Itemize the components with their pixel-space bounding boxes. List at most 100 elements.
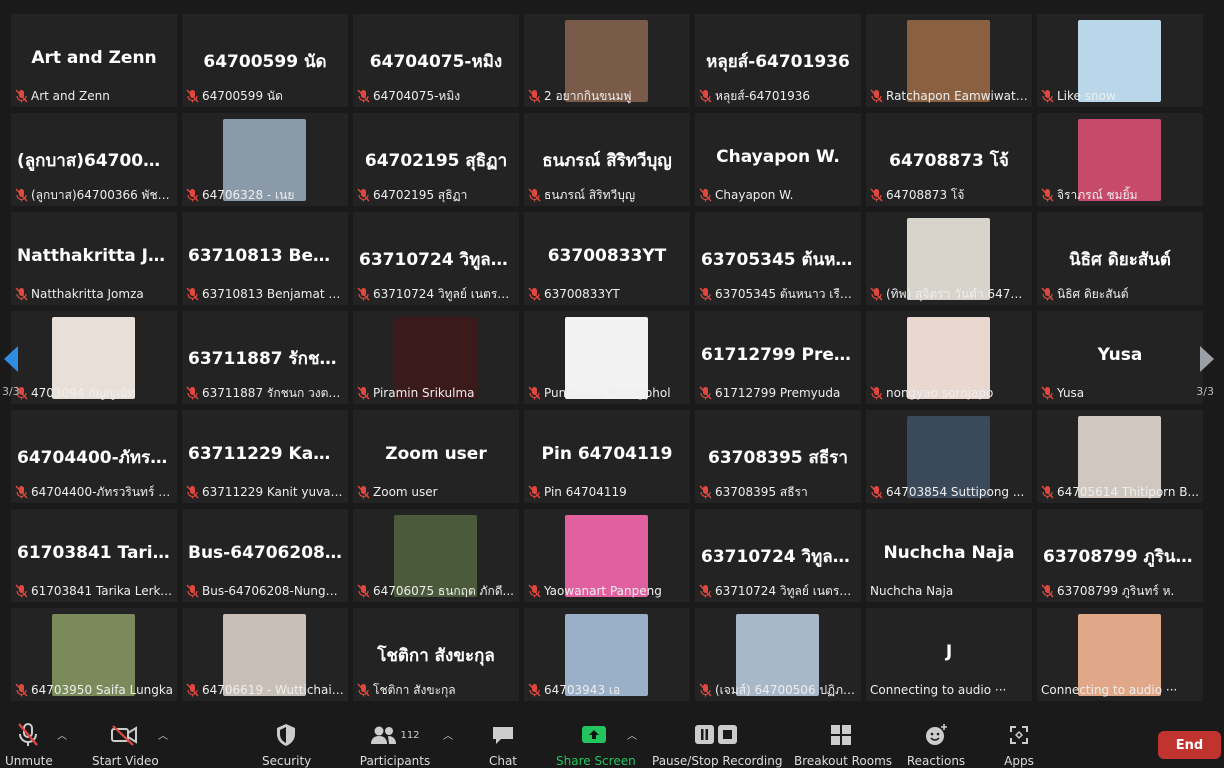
start-video-label: Start Video	[92, 754, 159, 768]
participant-tile[interactable]: 63708395 สธีรา 63708395 สธีรา	[695, 410, 861, 503]
share-options-caret-icon[interactable]: ︿	[627, 727, 637, 742]
start-video-button[interactable]: Start Video	[92, 721, 159, 768]
participant-display-name: ธนภรณ์ สิริทวีบุญ	[542, 151, 672, 171]
participant-tile[interactable]: 64704075-หมิง 64704075-หมิง	[353, 14, 519, 107]
participant-tile[interactable]: 64703854 Suttipong ...	[866, 410, 1032, 503]
participant-display-name: 63708799 ภูรินท...	[1043, 547, 1203, 567]
participant-display-name: หลุยส์-64701936	[706, 52, 850, 72]
participants-button[interactable]: 112 Participants	[358, 721, 432, 768]
video-off-icon	[92, 721, 156, 749]
participant-tile[interactable]: 64702195 สุธิฏา 64702195 สุธิฏา	[353, 113, 519, 206]
participant-name: 64706075 ธนกฤต ภักดี...	[373, 583, 514, 598]
participant-tile[interactable]: Piramin Srikulma	[353, 311, 519, 404]
participant-tile[interactable]: Bus-64706208-... Bus-64706208-Nungn...	[182, 509, 348, 602]
participant-tile[interactable]: จิราภรณ์ ชมยิ้ม	[1037, 113, 1203, 206]
participant-tile[interactable]: 4703094 กัญญณัท	[11, 311, 177, 404]
participant-tile[interactable]: Punchanit Phangphol	[524, 311, 690, 404]
prev-page-arrow-icon[interactable]	[2, 344, 20, 378]
participant-tile[interactable]: Zoom user Zoom user	[353, 410, 519, 503]
participant-tile[interactable]: Yaowanart Panpeng	[524, 509, 690, 602]
participant-name-label: 63700833YT	[528, 286, 686, 302]
participant-name: 63710724 วิทูลย์ เนตรโส...	[373, 286, 515, 301]
participant-tile[interactable]: 63710813 Benja... 63710813 Benjamat P...	[182, 212, 348, 305]
participant-tile[interactable]: 63710724 วิทูลย์... 63710724 วิทูลย์ เนตร…	[695, 509, 861, 602]
participant-tile[interactable]: ธนภรณ์ สิริทวีบุญ ธนภรณ์ สิริทวีบุญ	[524, 113, 690, 206]
participant-tile[interactable]: Yusa Yusa	[1037, 311, 1203, 404]
participant-tile[interactable]: Nuchcha Naja Nuchcha Naja	[866, 509, 1032, 602]
participant-display-name: 63711229 Kanit...	[188, 444, 348, 464]
participant-tile[interactable]: 64706075 ธนกฤต ภักดี...	[353, 509, 519, 602]
participant-tile[interactable]: นิธิศ ดิยะสันต์ นิธิศ ดิยะสันต์	[1037, 212, 1203, 305]
reactions-button[interactable]: Reactions	[906, 721, 966, 768]
participant-tile[interactable]: nongyao sornjapo	[866, 311, 1032, 404]
participant-tile[interactable]: 63700833YT 63700833YT	[524, 212, 690, 305]
audio-options-caret-icon[interactable]: ︿	[57, 727, 67, 742]
participant-tile[interactable]: Natthakritta Jo... Natthakritta Jomza	[11, 212, 177, 305]
apps-button[interactable]: Apps	[1000, 721, 1038, 768]
participant-tile[interactable]: 63705345 ต้นหน... 63705345 ต้นหนาว เรือง.…	[695, 212, 861, 305]
participant-tile[interactable]: Art and Zenn Art and Zenn	[11, 14, 177, 107]
participant-tile[interactable]: Chayapon W. Chayapon W.	[695, 113, 861, 206]
participant-tile[interactable]: 64704400-ภัทรว... 64704400-ภัทรวรินทร์ ต.…	[11, 410, 177, 503]
participant-name-label: Like snow	[1041, 88, 1199, 104]
participant-name-label: 64706619 - Wuttichai K.	[186, 682, 344, 698]
unmute-label: Unmute	[5, 754, 53, 768]
pause-stop-icon	[652, 721, 780, 749]
participant-tile[interactable]: 61712799 Prem... 61712799 Premyuda	[695, 311, 861, 404]
next-page-arrow-icon[interactable]	[1198, 344, 1216, 378]
page-indicator-left: 3/3	[2, 385, 20, 398]
participant-name: 61712799 Premyuda	[715, 386, 841, 400]
participant-tile[interactable]: 63711229 Kanit... 63711229 Kanit yuvak...	[182, 410, 348, 503]
end-meeting-button[interactable]: End	[1158, 731, 1221, 759]
participant-tile[interactable]: 64700599 นัด 64700599 นัด	[182, 14, 348, 107]
mic-muted-icon	[186, 683, 199, 697]
participant-tile[interactable]: Connecting to audio ···	[1037, 608, 1203, 701]
mic-muted-icon	[528, 485, 541, 499]
mic-muted-icon	[528, 287, 541, 301]
security-button[interactable]: Security	[262, 721, 311, 768]
participant-tile[interactable]: Ratchapon Eamwiwat_...	[866, 14, 1032, 107]
participant-tile[interactable]: 64706328 - เนย	[182, 113, 348, 206]
participant-tile[interactable]: 63711887 รักชน... 63711887 รักชนก วงตา...	[182, 311, 348, 404]
mic-muted-icon	[15, 89, 28, 103]
unmute-button[interactable]: Unmute	[5, 721, 53, 768]
participant-tile[interactable]: 63710724 วิทูลย์... 63710724 วิทูลย์ เนตร…	[353, 212, 519, 305]
participants-caret-icon[interactable]: ︿	[443, 727, 453, 742]
share-screen-button[interactable]: Share Screen	[556, 721, 636, 768]
participant-tile[interactable]: 61703841 Tarik... 61703841 Tarika Lerku..…	[11, 509, 177, 602]
participant-tile[interactable]: (ทิพ) สุจิตรา วันดำ 6470...	[866, 212, 1032, 305]
video-options-caret-icon[interactable]: ︿	[158, 727, 168, 742]
pause-stop-recording-button[interactable]: Pause/Stop Recording	[652, 721, 782, 768]
participant-tile[interactable]: โชติกา สังขะกุล โชติกา สังขะกุล	[353, 608, 519, 701]
participant-name: Connecting to audio ···	[870, 683, 1007, 697]
participant-name: Connecting to audio ···	[1041, 683, 1178, 697]
participant-tile[interactable]: Like snow	[1037, 14, 1203, 107]
participant-tile[interactable]: หลุยส์-64701936 หลุยส์-64701936	[695, 14, 861, 107]
mic-muted-icon	[1041, 188, 1054, 202]
participant-tile[interactable]: J Connecting to audio ···	[866, 608, 1032, 701]
participant-tile[interactable]: (ลูกบาส)647003... (ลูกบาส)64700366 พัชร..…	[11, 113, 177, 206]
participant-display-name: Zoom user	[385, 444, 487, 464]
participant-name: โชติกา สังขะกุล	[373, 682, 456, 697]
participant-display-name: 61712799 Prem...	[701, 345, 861, 365]
participant-display-name: 64704075-หมิง	[369, 52, 503, 72]
participant-tile[interactable]: 64705614 Thitiporn B...	[1037, 410, 1203, 503]
mic-muted-icon	[528, 188, 541, 202]
participant-tile[interactable]: 64708873 โจ้ 64708873 โจ้	[866, 113, 1032, 206]
participant-tile[interactable]: (เจมส์) 64700506 ปฏิภา...	[695, 608, 861, 701]
chat-button[interactable]: Chat	[484, 721, 522, 768]
mic-muted-icon	[1041, 386, 1054, 400]
participant-tile[interactable]: 2 อยากกินขนมพู่	[524, 14, 690, 107]
participant-tile[interactable]: 64703950 Saifa Lungka	[11, 608, 177, 701]
mic-muted-icon	[699, 89, 712, 103]
participant-tile[interactable]: 63708799 ภูรินท... 63708799 ภูรินทร์ ห.	[1037, 509, 1203, 602]
participant-name-label: 64705614 Thitiporn B...	[1041, 484, 1199, 500]
participant-display-name: Pin 64704119	[541, 444, 673, 464]
participant-tile[interactable]: Pin 64704119 Pin 64704119	[524, 410, 690, 503]
mic-muted-icon	[870, 287, 883, 301]
participant-tile[interactable]: 64703943 เอ	[524, 608, 690, 701]
participant-tile[interactable]: 64706619 - Wuttichai K.	[182, 608, 348, 701]
mic-muted-icon	[699, 287, 712, 301]
participant-name: Natthakritta Jomza	[31, 287, 144, 301]
breakout-rooms-button[interactable]: Breakout Rooms	[794, 721, 892, 768]
